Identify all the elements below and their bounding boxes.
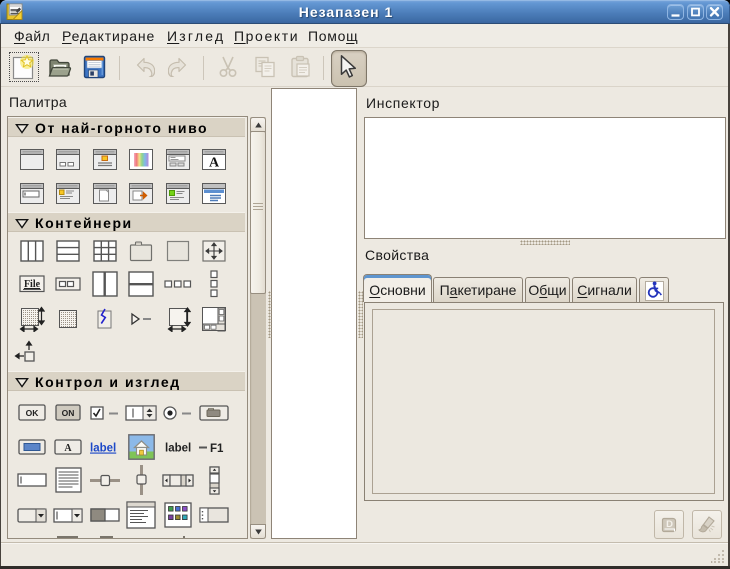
svg-text:ON: ON	[62, 408, 75, 418]
svg-text:OK: OK	[26, 408, 40, 418]
svg-text:F1: F1	[210, 443, 224, 454]
svg-text:A: A	[209, 156, 220, 171]
svg-text:label: label	[90, 443, 116, 455]
svg-text:File: File	[24, 279, 41, 290]
svg-text:A: A	[64, 443, 72, 454]
svg-text:D: D	[666, 519, 673, 530]
svg-text:label: label	[165, 443, 191, 455]
